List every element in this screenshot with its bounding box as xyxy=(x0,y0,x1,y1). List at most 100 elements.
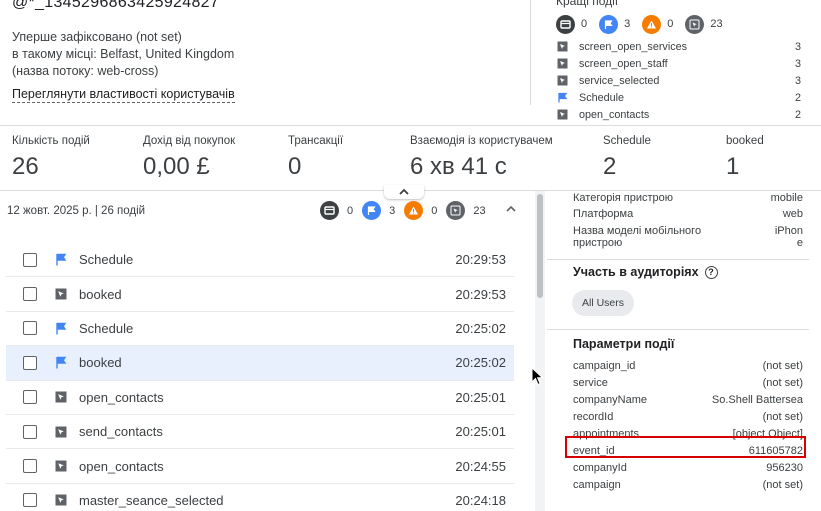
divider xyxy=(547,259,809,260)
screen-count: 0 xyxy=(581,18,588,30)
divider xyxy=(530,0,531,105)
param-row: recordId (not set) xyxy=(573,409,803,426)
first-seen-stream: (назва потоку: web-cross) xyxy=(12,64,159,78)
event-name: open_contacts xyxy=(79,458,164,474)
flag-count: 3 xyxy=(624,18,631,30)
first-seen-location: в такому місці: Belfast, United Kingdom xyxy=(12,47,235,61)
event-details-panel: Категорія пристрою mobile Платформа web … xyxy=(547,191,821,511)
event-id-highlight-box xyxy=(565,436,806,458)
divider xyxy=(547,329,809,330)
event-row[interactable]: booked 20:29:53 xyxy=(6,277,514,312)
event-checkbox[interactable] xyxy=(23,390,37,405)
event-name: send_contacts xyxy=(79,424,163,440)
device-value: web xyxy=(782,208,803,220)
device-value: iPhone xyxy=(774,225,803,249)
metric-value: 0 xyxy=(288,153,302,180)
screen-icon xyxy=(320,201,339,220)
metric-value: 2 xyxy=(603,153,617,180)
cursor-icon xyxy=(556,75,568,87)
metric-value: 1 xyxy=(726,153,740,180)
user-id: @*_1345296863425924827 xyxy=(12,0,220,11)
events-date-header: 12 жовт. 2025 р. | 26 подій 0 3 0 23 xyxy=(0,191,530,231)
event-checkbox[interactable] xyxy=(23,493,37,508)
event-checkbox[interactable] xyxy=(23,355,37,370)
top-event-name: service_selected xyxy=(579,74,660,87)
event-row[interactable]: open_contacts 20:25:01 xyxy=(6,381,514,415)
event-time: 20:25:02 xyxy=(455,320,506,336)
top-event-name: screen_open_staff xyxy=(579,57,668,70)
event-checkbox[interactable] xyxy=(23,459,37,474)
warning-icon xyxy=(642,14,662,34)
event-row[interactable]: open_contacts 20:24:55 xyxy=(6,449,514,484)
event-time: 20:29:53 xyxy=(455,252,506,268)
first-seen-info: Уперше зафіксовано (not set) в такому мі… xyxy=(12,29,234,80)
param-row: companyName So.Shell Battersea xyxy=(573,392,803,409)
metric-event-count: Кількість подій 26 xyxy=(12,135,90,181)
flag-icon xyxy=(54,253,68,267)
event-row[interactable]: send_contacts 20:25:01 xyxy=(6,415,514,450)
platform-row: Платформа web xyxy=(573,208,803,222)
param-row: campaign_id (not set) xyxy=(573,358,803,375)
event-time: 20:29:53 xyxy=(455,286,506,302)
event-name: Schedule xyxy=(79,320,134,336)
events-scrollbar-thumb[interactable] xyxy=(537,194,543,298)
param-value: So.Shell Battersea xyxy=(711,394,803,406)
param-value: (not set) xyxy=(762,377,803,389)
event-row[interactable]: Schedule 20:29:53 xyxy=(6,243,514,278)
device-key: Категорія пристрою xyxy=(573,192,674,204)
event-name: booked xyxy=(79,355,122,371)
top-event-item[interactable]: open_contacts 2 xyxy=(556,106,801,123)
top-event-item[interactable]: screen_open_staff 3 xyxy=(556,55,801,72)
metric-value: 26 xyxy=(12,153,39,180)
top-event-name: screen_open_services xyxy=(579,40,688,53)
param-key: campaign_id xyxy=(573,360,636,372)
event-checkbox[interactable] xyxy=(23,252,37,267)
mouse-cursor-icon xyxy=(531,367,544,386)
param-key: campaign xyxy=(573,479,621,491)
top-event-item[interactable]: screen_open_services 3 xyxy=(556,38,801,55)
audiences-title-text: Участь в аудиторіях xyxy=(573,265,699,279)
top-event-count: 3 xyxy=(794,74,801,87)
event-checkbox[interactable] xyxy=(23,424,37,439)
event-checkbox[interactable] xyxy=(23,321,37,336)
view-user-properties-link[interactable]: Переглянути властивості користувачів xyxy=(12,87,235,103)
event-name: open_contacts xyxy=(79,389,164,405)
warning-count: 0 xyxy=(667,18,674,30)
cursor-icon xyxy=(556,41,568,53)
flag-icon xyxy=(54,356,68,370)
metric-purchase-revenue: Дохід від покупок 0,00 £ xyxy=(143,135,235,181)
param-row: service (not set) xyxy=(573,375,803,392)
event-row[interactable]: Schedule 20:25:02 xyxy=(6,312,514,347)
audience-chip[interactable]: All Users xyxy=(572,290,635,316)
cursor-icon xyxy=(54,459,68,473)
device-key: Платформа xyxy=(573,208,634,220)
param-key: recordId xyxy=(573,411,614,423)
top-events-counters: 0 3 0 23 xyxy=(556,14,735,34)
event-checkbox[interactable] xyxy=(23,287,37,302)
cursor-count: 23 xyxy=(710,18,723,30)
cursor-icon xyxy=(446,201,466,220)
flag-icon xyxy=(599,14,619,34)
param-key: companyName xyxy=(573,394,647,406)
top-event-item[interactable]: Schedule 2 xyxy=(556,89,801,106)
help-icon[interactable]: ? xyxy=(704,265,718,279)
chevron-up-icon xyxy=(506,205,516,212)
user-profile-header: @*_1345296863425924827 Уперше зафіксован… xyxy=(0,0,821,131)
top-event-item[interactable]: service_selected 3 xyxy=(556,72,801,89)
events-stream-panel: 12 жовт. 2025 р. | 26 подій 0 3 0 23 Sch… xyxy=(0,185,530,511)
param-value: (not set) xyxy=(762,411,803,423)
event-row[interactable]: master_seance_selected 20:24:18 xyxy=(6,484,514,511)
event-time: 20:25:02 xyxy=(455,355,506,371)
events-list: Schedule 20:29:53 booked 20:29:53 Schedu… xyxy=(6,243,514,511)
flag-count: 3 xyxy=(389,204,396,217)
metric-label: Взаємодія із користувачем xyxy=(410,135,553,147)
event-row-selected[interactable]: booked 20:25:02 xyxy=(6,346,514,381)
collapse-button[interactable] xyxy=(504,202,520,218)
cursor-icon xyxy=(685,14,705,34)
device-category-row: Категорія пристрою mobile xyxy=(573,192,803,206)
event-params-title: Параметри події xyxy=(573,337,675,351)
metric-label: booked xyxy=(726,135,764,147)
event-params-list: campaign_id (not set) service (not set) … xyxy=(573,358,803,494)
warning-icon xyxy=(404,201,424,220)
param-value: 956230 xyxy=(766,462,803,474)
